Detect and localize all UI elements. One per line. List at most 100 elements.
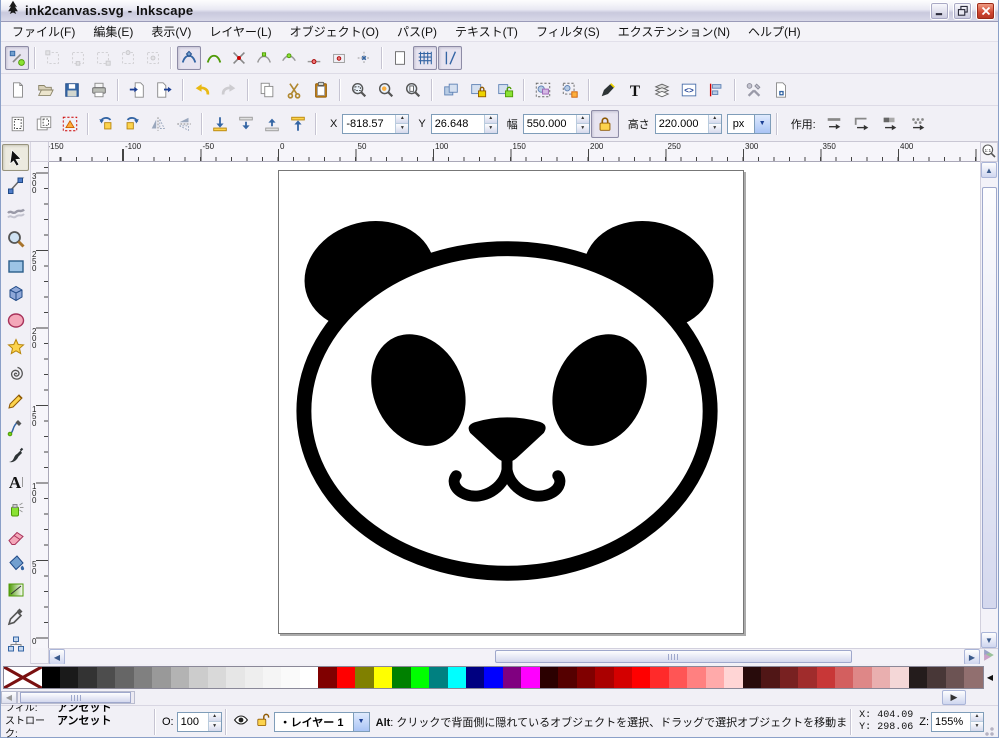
palette-swatch-c83737[interactable] [817, 667, 835, 688]
palette-swatch-4d4d4d[interactable] [97, 667, 115, 688]
palette-swatch-483737[interactable] [927, 667, 945, 688]
menu-v[interactable]: 表示(V) [142, 21, 200, 42]
snap-smooth-nodes-button[interactable] [277, 46, 301, 70]
layer-lock-toggle[interactable] [252, 711, 274, 733]
opacity-value-field[interactable] [178, 713, 208, 731]
create-clone-button[interactable] [465, 77, 491, 103]
menu-s[interactable]: フィルタ(S) [527, 21, 609, 42]
zoom-page-button[interactable] [400, 77, 426, 103]
flip-vertical-button[interactable] [171, 111, 197, 137]
close-button[interactable] [976, 2, 995, 20]
preferences-button[interactable] [741, 77, 767, 103]
unlink-clone-button[interactable] [492, 77, 518, 103]
height-value-field[interactable] [656, 115, 708, 133]
palette-swatch-00ffff[interactable] [448, 667, 466, 688]
snap-midpoints-button[interactable] [302, 46, 326, 70]
horizontal-ruler[interactable]: -150-100-50050100150200250300350400 [49, 142, 980, 162]
canvas-viewport[interactable] [49, 162, 980, 648]
panda-drawing[interactable] [279, 171, 743, 633]
zoom-spin-down-button[interactable]: ▼ [971, 721, 983, 731]
palette-swatch-ff0000[interactable] [632, 667, 650, 688]
palette-swatch-241c1c[interactable] [909, 667, 927, 688]
y-input[interactable]: ▲▼ [431, 114, 498, 134]
palette-swatch-ff00ff[interactable] [521, 667, 539, 688]
width-value-field[interactable] [524, 115, 576, 133]
palette-swatch-a02c2c[interactable] [798, 667, 816, 688]
lower-button[interactable] [233, 111, 259, 137]
palette-swatch-none[interactable] [4, 667, 42, 688]
palette-scroll-right-icon[interactable]: ▶ [942, 690, 966, 705]
y-spin-up-button[interactable]: ▲ [485, 115, 497, 124]
export-button[interactable] [151, 77, 177, 103]
duplicate-button[interactable] [438, 77, 464, 103]
x-spin-down-button[interactable]: ▼ [396, 123, 408, 133]
menu-o[interactable]: オブジェクト(O) [281, 21, 388, 42]
tool-eraser-tool[interactable] [2, 522, 29, 549]
palette-swatch-6c5353[interactable] [946, 667, 964, 688]
palette-swatch-0000ff[interactable] [484, 667, 502, 688]
tool-pen-tool[interactable] [2, 414, 29, 441]
palette-swatch-f5f5f5[interactable] [263, 667, 281, 688]
vertical-scrollbar[interactable]: ▲ ▼ [980, 162, 998, 648]
palette-swatch-ffff00[interactable] [374, 667, 392, 688]
snap-paths-button[interactable] [202, 46, 226, 70]
tool-zoom-tool[interactable] [2, 225, 29, 252]
zoom-spin-up-button[interactable]: ▲ [971, 713, 983, 722]
palette-swatch-000000[interactable] [42, 667, 60, 688]
menu-e[interactable]: 編集(E) [84, 21, 142, 42]
palette-swatch-fafafa[interactable] [281, 667, 299, 688]
y-spin-down-button[interactable]: ▼ [485, 123, 497, 133]
layers-dialog-button[interactable] [649, 77, 675, 103]
width-spin-up-button[interactable]: ▲ [577, 115, 589, 124]
palette-swatch-d40000[interactable] [614, 667, 632, 688]
snap-object-centers-button[interactable] [327, 46, 351, 70]
color-managed-display-button[interactable] [980, 648, 998, 664]
y-value-field[interactable] [432, 115, 484, 133]
select-all-layers-button[interactable] [31, 111, 57, 137]
horizontal-scroll-thumb[interactable] [495, 650, 852, 663]
opacity-spin-up-button[interactable]: ▲ [209, 713, 221, 722]
layer-visibility-toggle[interactable] [230, 711, 252, 733]
tool-calligraphy-tool[interactable] [2, 441, 29, 468]
undo-button[interactable] [189, 77, 215, 103]
palette-swatch-1a1a1a[interactable] [60, 667, 78, 688]
width-spin-down-button[interactable]: ▼ [577, 123, 589, 133]
palette-swatch-800000[interactable] [318, 667, 336, 688]
height-input[interactable]: ▲▼ [655, 114, 722, 134]
palette-scrollbar[interactable] [17, 691, 135, 704]
tool-ellipse-tool[interactable] [2, 306, 29, 333]
minimize-button[interactable] [930, 2, 949, 20]
tool-tweak[interactable] [2, 198, 29, 225]
affect-gradients-button[interactable] [877, 111, 903, 137]
import-button[interactable] [124, 77, 150, 103]
tool-spiral-tool[interactable] [2, 360, 29, 387]
tool-bucket-tool[interactable] [2, 549, 29, 576]
palette-swatch-cccccc[interactable] [189, 667, 207, 688]
open-document-button[interactable] [32, 77, 58, 103]
save-document-button[interactable] [59, 77, 85, 103]
palette-swatch-008080[interactable] [429, 667, 447, 688]
deselect-button[interactable] [57, 111, 83, 137]
print-document-button[interactable] [86, 77, 112, 103]
raise-button[interactable] [259, 111, 285, 137]
palette-swatch-999999[interactable] [152, 667, 170, 688]
x-value-field[interactable] [343, 115, 395, 133]
select-all-button[interactable] [5, 111, 31, 137]
zoom-selection-button[interactable] [346, 77, 372, 103]
tool-text-tool[interactable]: A [2, 468, 29, 495]
tool-pencil-tool[interactable] [2, 387, 29, 414]
palette-swatch-aa0000[interactable] [595, 667, 613, 688]
unit-select[interactable]: px▼ [727, 114, 771, 134]
palette-swatch-ffaaaa[interactable] [706, 667, 724, 688]
palette-swatch-ffd5d5[interactable] [724, 667, 742, 688]
scroll-left-icon[interactable]: ◀ [49, 649, 65, 665]
align-dialog-button[interactable] [703, 77, 729, 103]
palette-scroll-thumb[interactable] [20, 692, 131, 703]
palette-swatch-d35f5f[interactable] [835, 667, 853, 688]
vertical-scroll-thumb[interactable] [982, 187, 997, 609]
horizontal-scrollbar[interactable]: ◀ ▶ [49, 648, 980, 664]
copy-button[interactable] [254, 77, 280, 103]
x-spin-up-button[interactable]: ▲ [396, 115, 408, 124]
flip-horizontal-button[interactable] [145, 111, 171, 137]
layer-dropdown-arrow-icon[interactable]: ▼ [353, 713, 369, 731]
